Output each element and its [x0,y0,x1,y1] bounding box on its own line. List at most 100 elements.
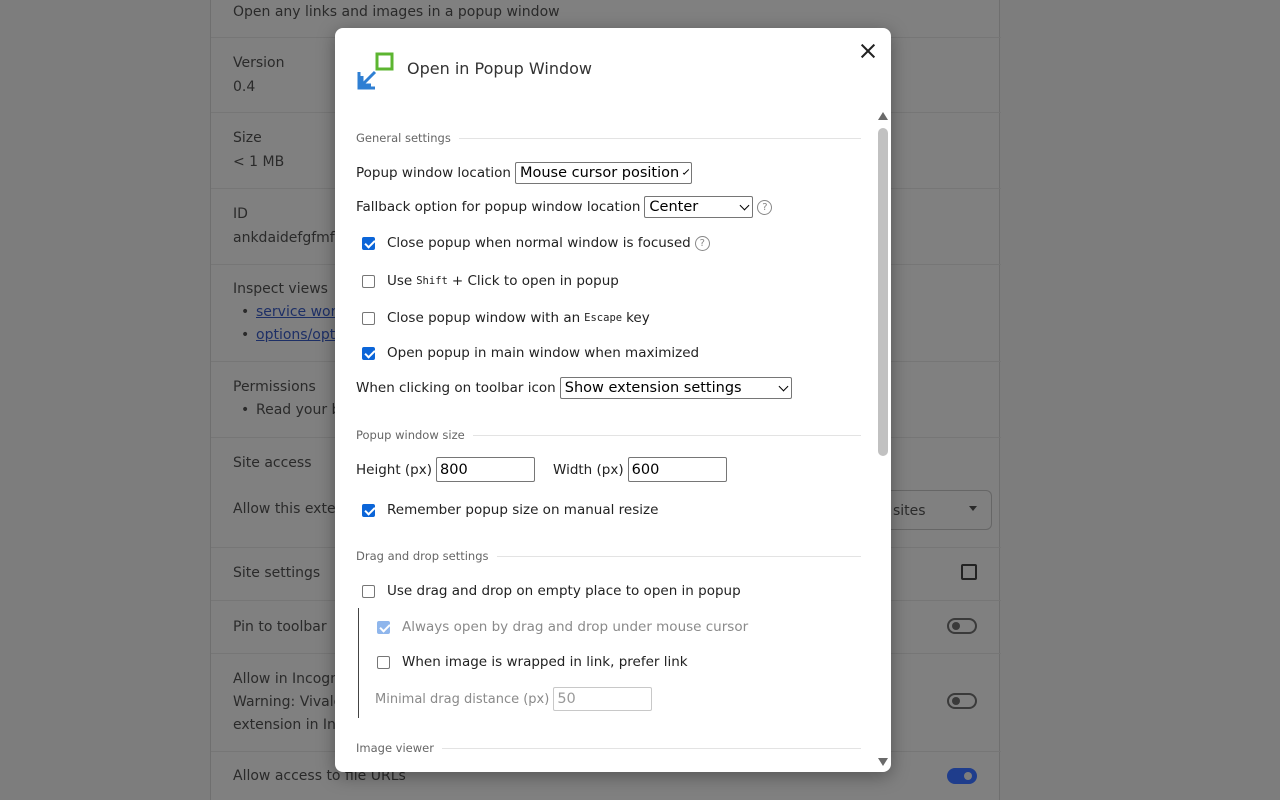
id-value: ankdaidefgfmfk [233,230,343,246]
always-mouse-row: Always open by drag and drop under mouse… [371,619,748,635]
scrollbar-thumb[interactable] [878,128,888,456]
toggle-knob [952,697,960,705]
close-icon[interactable] [857,40,879,62]
escape-row[interactable]: Close popup window with an Escape key [356,310,650,326]
options-dialog: Open in Popup Window General settings Po… [335,28,891,772]
popup-size-heading: Popup window size [356,428,861,442]
version-value: 0.4 [233,79,256,95]
prefer-link-checkbox[interactable] [377,655,390,669]
size-value: < 1 MB [233,154,285,170]
divider [472,434,861,436]
maximized-row[interactable]: Open popup in main window when maximized [356,345,699,361]
shift-click-label-pre: Use [387,273,413,289]
toolbar-click-row: When clicking on toolbar icon Show exten… [356,377,792,399]
remember-size-checkbox[interactable] [362,503,375,517]
escape-key-label: Escape [584,312,623,324]
popup-location-label: Popup window location [356,165,511,181]
version-label: Version [233,55,285,71]
prefer-link-row[interactable]: When image is wrapped in link, prefer li… [371,654,688,670]
section-heading-text: General settings [356,131,451,145]
site-access-label: Site access [233,455,312,471]
file-urls-toggle[interactable] [947,768,977,784]
image-viewer-heading: Image viewer [356,741,861,755]
allow-this-extension-label: Allow this exter [233,501,342,517]
remember-size-label: Remember popup size on manual resize [387,502,659,518]
maximized-label: Open popup in main window when maximized [387,345,700,361]
inspect-views-label: Inspect views [233,281,328,297]
incognito-warning-line2: extension in Inc [233,717,344,733]
toolbar-click-value: Show extension settings [564,380,742,396]
escape-checkbox[interactable] [362,311,375,325]
maximized-checkbox[interactable] [362,346,375,360]
settings-scroll-area[interactable]: General settings Popup window location M… [335,112,875,772]
allow-incognito-label: Allow in Incogn [233,671,340,687]
pin-to-toolbar-toggle[interactable] [947,618,977,634]
popup-location-row: Popup window location Mouse cursor posit… [356,162,692,184]
fallback-location-value: Center [649,199,699,215]
min-distance-row: Minimal drag distance (px) 50 [375,687,653,711]
empty-place-row[interactable]: Use drag and drop on empty place to open… [356,583,741,599]
always-mouse-label: Always open by drag and drop under mouse… [402,619,749,635]
prefer-link-label: When image is wrapped in link, prefer li… [402,654,688,670]
section-heading-text: Image viewer [356,741,434,755]
chevron-down-icon [739,200,750,210]
shift-key-label: Shift [416,275,448,287]
toolbar-click-label: When clicking on toolbar icon [356,380,556,396]
section-heading-text: Drag and drop settings [356,549,489,563]
shift-click-label-post: + Click to open in popup [451,273,619,289]
settings-scrollbar[interactable] [876,112,890,772]
min-distance-label: Minimal drag distance (px) [375,691,550,707]
popup-location-select[interactable]: Mouse cursor position [514,162,692,184]
close-focused-row[interactable]: Close popup when normal window is focuse… [356,235,710,251]
size-label: Size [233,130,262,146]
indent-divider [358,608,359,718]
shift-click-checkbox[interactable] [362,274,375,288]
fallback-location-select[interactable]: Center [644,196,754,218]
height-input[interactable]: 800 [436,457,536,482]
always-mouse-checkbox [377,620,390,634]
pin-to-toolbar-label: Pin to toolbar [233,619,327,635]
help-icon[interactable]: ? [757,199,773,215]
divider [441,747,861,749]
help-icon[interactable]: ? [694,235,710,251]
app-logo-icon [357,52,394,90]
bullet: • [241,327,250,343]
toolbar-click-select[interactable]: Show extension settings [559,377,792,399]
permissions-label: Permissions [233,379,316,395]
shift-click-row[interactable]: Use Shift + Click to open in popup [356,273,619,289]
general-settings-heading: General settings [356,131,861,145]
incognito-warning-line1: Warning: Vivald [233,694,343,710]
height-label: Height (px) [356,461,433,478]
divider [496,555,861,557]
open-external-icon[interactable] [961,564,977,580]
toggle-knob [952,622,960,630]
escape-label-post: key [626,310,650,326]
close-focused-checkbox[interactable] [362,236,375,250]
chevron-down-icon [778,381,789,391]
id-label: ID [233,206,248,222]
permission-item: Read your b [256,402,341,418]
bullet: • [241,402,250,418]
empty-place-checkbox[interactable] [362,584,375,598]
divider [458,137,861,139]
service-worker-link[interactable]: service work [256,304,344,320]
empty-place-label: Use drag and drop on empty place to open… [387,583,741,599]
chevron-down-icon [682,167,690,175]
scroll-down-arrow-icon[interactable] [878,758,888,766]
options-page-link[interactable]: options/opt [256,327,335,343]
caret-down-icon [969,506,977,511]
size-inputs-row: Height (px) 800 Width (px) 600 [356,457,727,482]
escape-label-pre: Close popup window with an [387,310,581,326]
allow-incognito-toggle[interactable] [947,693,977,709]
remember-size-row[interactable]: Remember popup size on manual resize [356,502,658,518]
extension-description: Open any links and images in a popup win… [233,4,560,20]
toggle-knob [964,772,972,780]
popup-location-value: Mouse cursor position [519,165,680,181]
width-input[interactable]: 600 [627,457,727,482]
fallback-location-row: Fallback option for popup window locatio… [356,196,773,218]
width-label: Width (px) [553,461,624,478]
scroll-up-arrow-icon[interactable] [878,112,888,120]
site-settings-label: Site settings [233,565,321,581]
bullet: • [241,304,250,320]
close-focused-label: Close popup when normal window is focuse… [387,235,691,251]
